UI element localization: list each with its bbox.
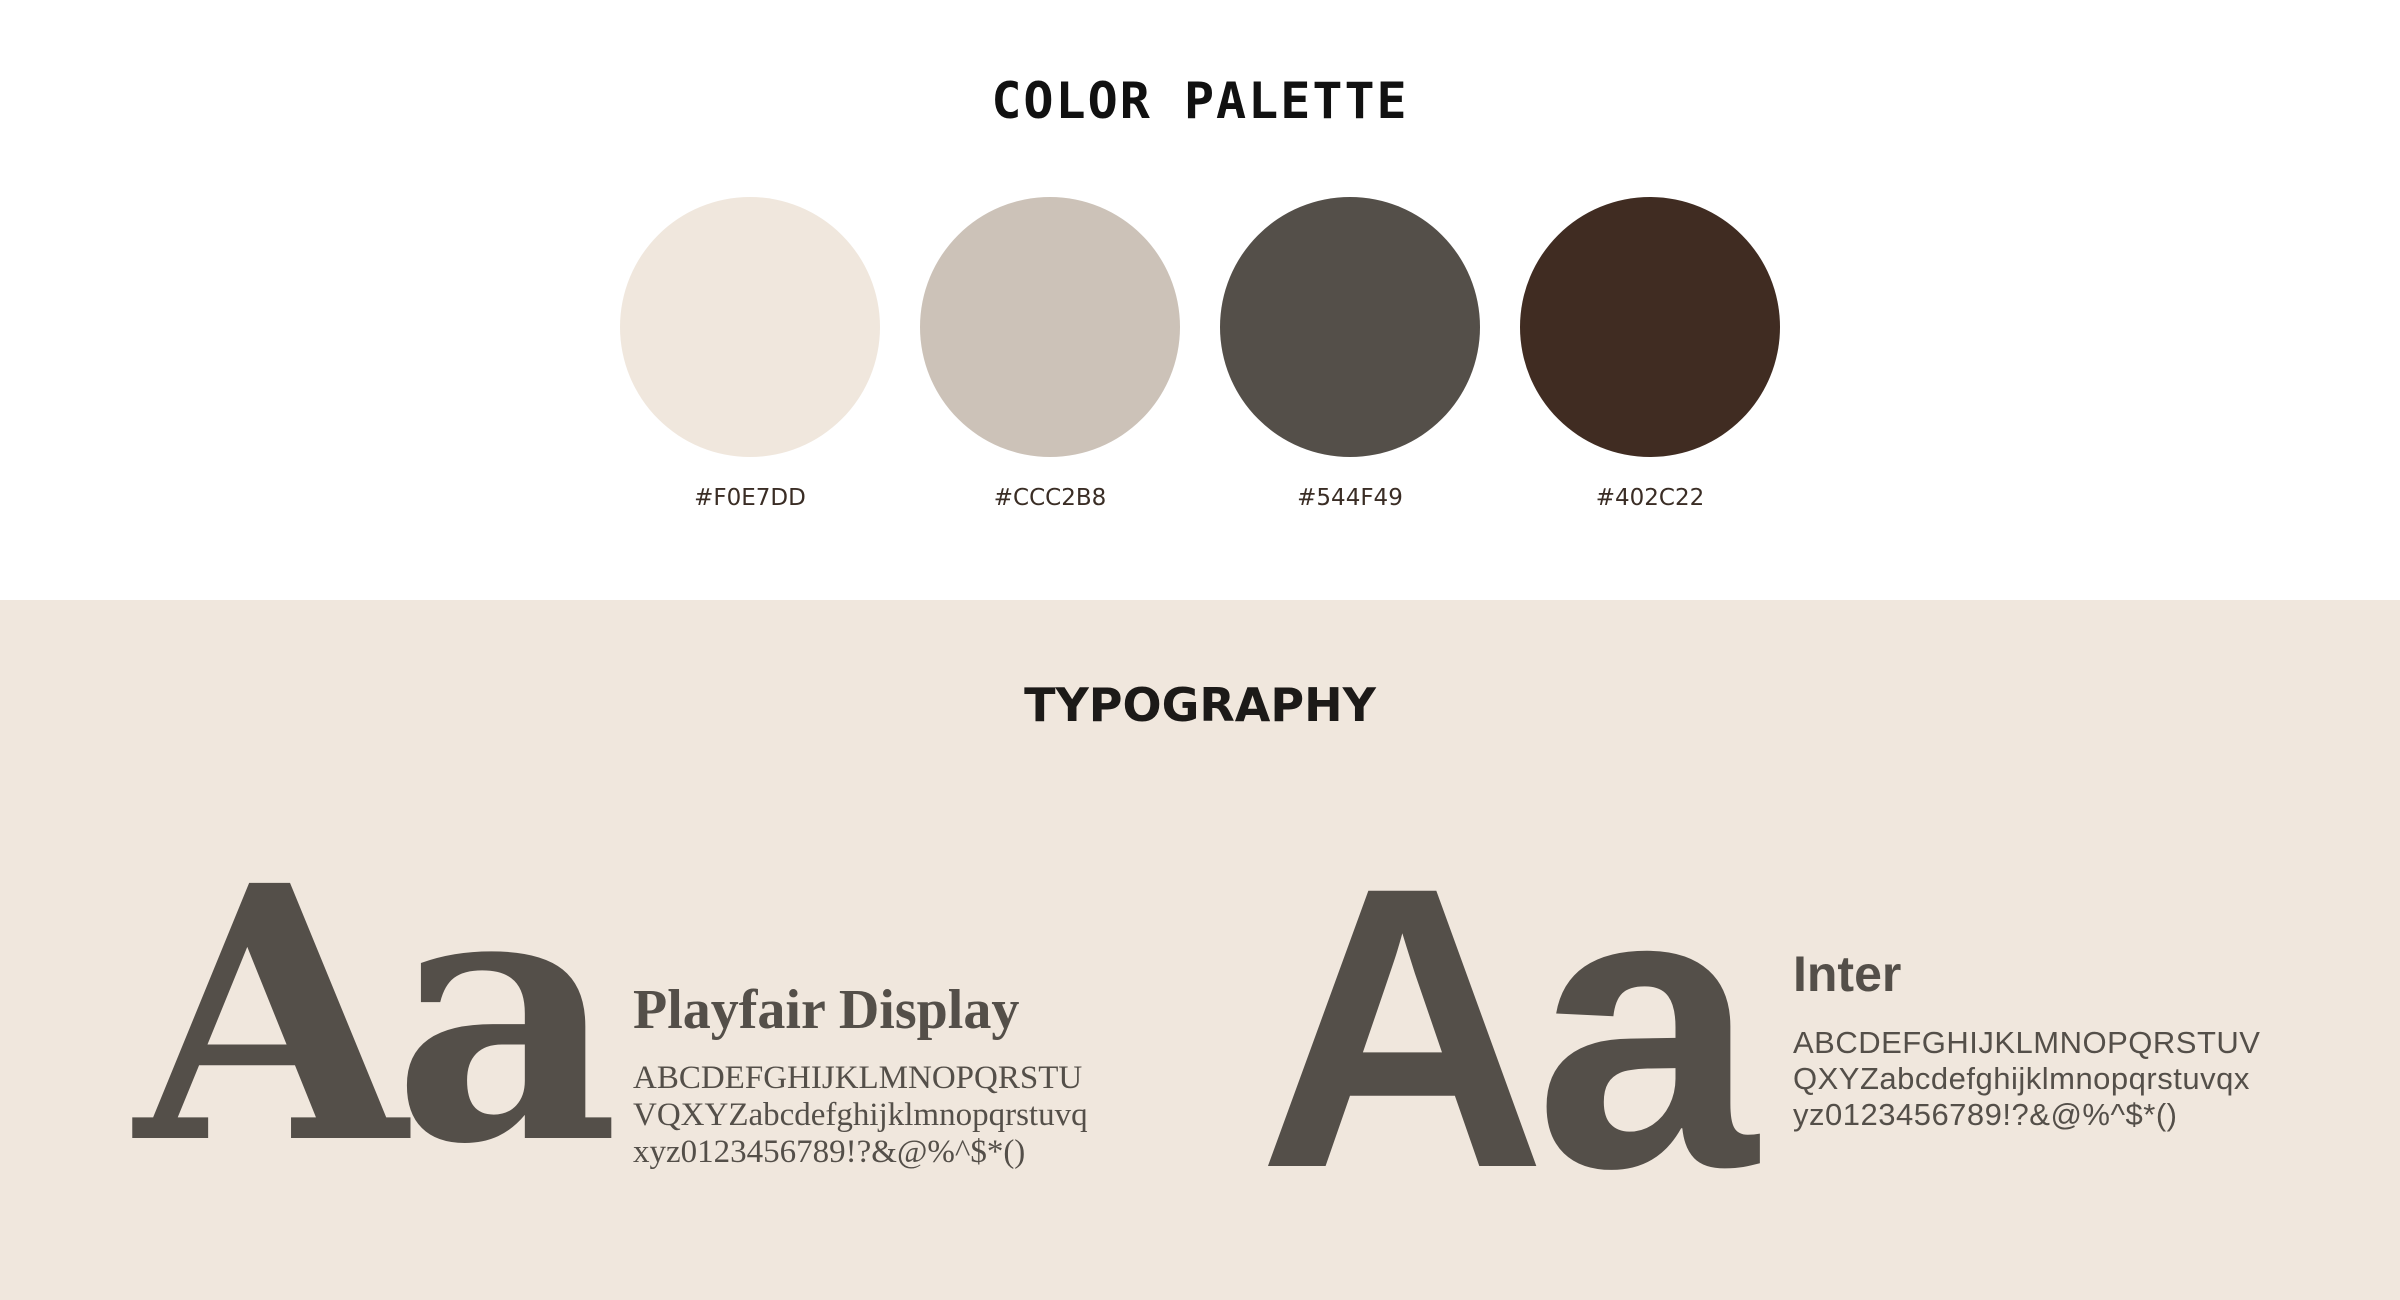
swatch-hex-label: #402C22: [1595, 485, 1705, 511]
typography-title: TYPOGRAPHY: [1024, 678, 1376, 732]
swatch-1: #F0E7DD: [620, 197, 880, 511]
swatch-circle: [920, 197, 1180, 457]
swatch-circle: [620, 197, 880, 457]
swatch-2: #CCC2B8: [920, 197, 1180, 511]
swatch-circle: [1220, 197, 1480, 457]
typography-section: TYPOGRAPHY Aa Playfair Display ABCDEFGHI…: [0, 600, 2400, 1300]
palette-title: COLOR PALETTE: [991, 72, 1409, 130]
serif-specimen-glyph: Aa: [135, 809, 619, 1221]
sans-specimen-glyph: Aa: [1258, 804, 1757, 1251]
serif-font-name: Playfair Display: [633, 979, 1020, 1041]
swatch-row: #F0E7DD #CCC2B8 #544F49 #402C22: [0, 197, 2400, 537]
swatch-3: #544F49: [1220, 197, 1480, 511]
swatch-circle: [1520, 197, 1780, 457]
swatch-4: #402C22: [1520, 197, 1780, 511]
swatch-hex-label: #CCC2B8: [993, 485, 1107, 511]
serif-glyph-set: ABCDEFGHIJKLMNOPQRSTUVQXYZabcdefghijklmn…: [633, 1060, 1088, 1170]
color-palette-section: COLOR PALETTE #F0E7DD #CCC2B8 #544F49 #4…: [0, 0, 2400, 600]
swatch-hex-label: #F0E7DD: [694, 485, 806, 511]
swatch-hex-label: #544F49: [1297, 485, 1403, 511]
sans-font-name: Inter: [1793, 946, 1902, 1002]
sans-glyph-set: ABCDEFGHIJKLMNOPQRSTUVQXYZabcdefghijklmn…: [1793, 1025, 2261, 1132]
